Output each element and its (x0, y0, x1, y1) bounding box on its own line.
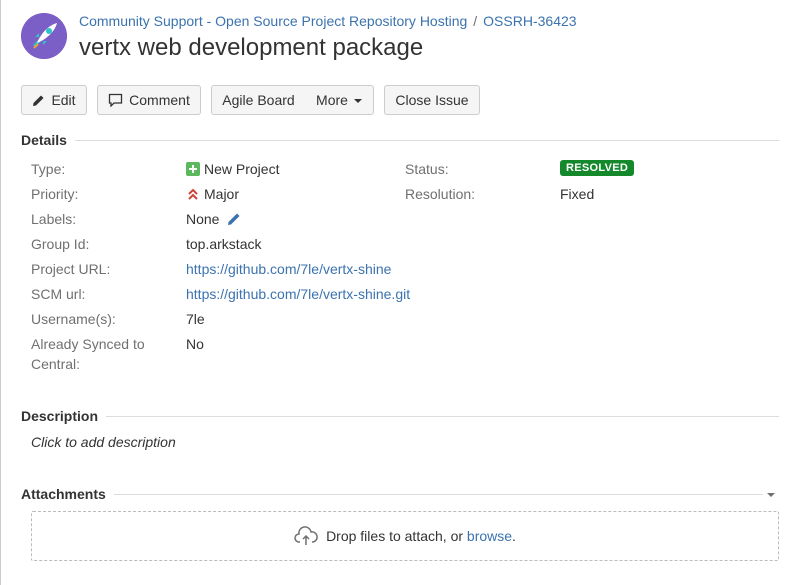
attachments-divider (21, 494, 763, 495)
more-button-label: More (316, 92, 348, 108)
agile-board-button-label: Agile Board (222, 92, 295, 108)
dropzone-text: Drop files to attach, or (326, 528, 464, 544)
edit-button-label: Edit (51, 92, 76, 108)
description-heading[interactable]: Description (21, 408, 107, 424)
resolution-value: Fixed (560, 186, 595, 202)
priority-label: Priority: (31, 186, 79, 202)
comment-button-label: Comment (129, 92, 190, 108)
project-url-label: Project URL: (31, 261, 111, 277)
usernames-label: Username(s): (31, 311, 116, 327)
scm-url-link[interactable]: https://github.com/7le/vertx-shine.git (186, 286, 410, 302)
type-value-text: New Project (204, 161, 280, 177)
type-label: Type: (31, 161, 66, 177)
description-placeholder[interactable]: Click to add description (31, 434, 176, 450)
details-heading[interactable]: Details (21, 132, 75, 148)
chevron-down-icon (353, 99, 362, 103)
labels-value-text: None (186, 211, 220, 227)
dropzone-period: . (512, 528, 516, 544)
group-id-label: Group Id: (31, 236, 90, 252)
synced-label-line1: Already Synced to (31, 336, 145, 352)
comment-button[interactable]: Comment (97, 85, 201, 115)
usernames-value: 7le (186, 311, 205, 327)
status-label: Status: (405, 161, 449, 177)
rocket-icon (21, 13, 67, 59)
comment-icon (109, 93, 123, 107)
more-dropdown-button[interactable]: More (305, 85, 374, 115)
project-avatar[interactable] (21, 13, 67, 59)
pencil-icon[interactable] (227, 212, 241, 226)
attachment-dropzone[interactable]: Drop files to attach, or browse. (31, 511, 779, 561)
attachments-heading[interactable]: Attachments (21, 486, 114, 502)
cloud-upload-icon (294, 526, 318, 545)
close-issue-button[interactable]: Close Issue (384, 85, 480, 115)
page-left-border (0, 0, 1, 585)
labels-label: Labels: (31, 211, 77, 227)
details-divider (21, 140, 779, 141)
description-divider (21, 416, 779, 417)
synced-label-line2: Central: (31, 356, 81, 372)
plus-square-icon (186, 162, 200, 176)
breadcrumb-issue-key-link[interactable]: OSSRH-36423 (483, 13, 576, 29)
breadcrumb: Community Support - Open Source Project … (79, 13, 577, 29)
browse-link[interactable]: browse (467, 528, 512, 544)
priority-value: Major (186, 186, 239, 202)
status-badge: RESOLVED (560, 160, 635, 176)
agile-board-button[interactable]: Agile Board (211, 85, 306, 115)
breadcrumb-project-link[interactable]: Community Support - Open Source Project … (79, 13, 467, 29)
breadcrumb-separator: / (473, 13, 478, 29)
project-url-link[interactable]: https://github.com/7le/vertx-shine (186, 261, 391, 277)
resolution-label: Resolution: (405, 186, 476, 202)
issue-title[interactable]: vertx web development package (79, 34, 423, 62)
synced-value: No (186, 336, 204, 352)
close-issue-button-label: Close Issue (395, 92, 469, 108)
chevron-down-icon[interactable] (767, 493, 775, 497)
type-value: New Project (186, 161, 279, 177)
labels-value[interactable]: None (186, 211, 241, 227)
scm-url-label: SCM url: (31, 286, 86, 302)
pencil-icon (33, 95, 44, 106)
edit-button[interactable]: Edit (21, 85, 87, 115)
priority-value-text: Major (204, 186, 240, 202)
double-chevron-up-icon (188, 188, 198, 200)
group-id-value: top.arkstack (186, 236, 262, 252)
